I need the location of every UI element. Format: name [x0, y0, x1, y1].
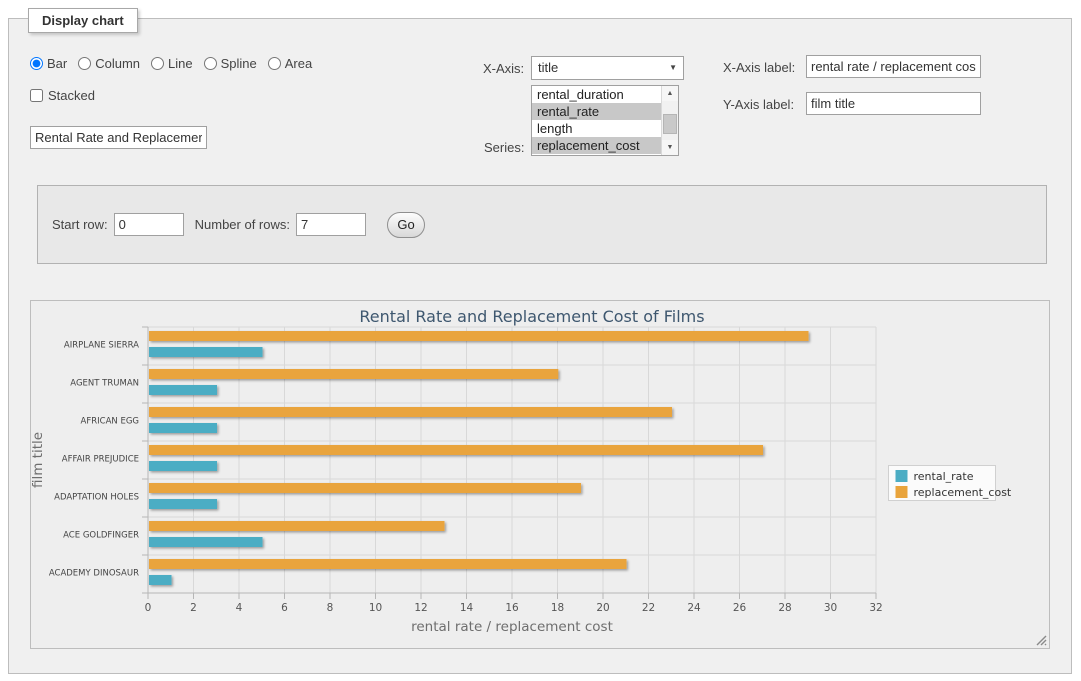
x-tick-label: 22 [642, 602, 655, 614]
chart-type-radio-area[interactable] [268, 57, 281, 70]
scrollbar-up-icon[interactable]: ▲ [662, 86, 678, 101]
page: Display chart Bar Column Line Spline Area St… [0, 0, 1081, 681]
chart-bar-rental_rate[interactable] [149, 385, 217, 395]
chart-type-label-bar: Bar [47, 56, 67, 71]
x-tick-label: 30 [824, 602, 837, 614]
x-axis-title: rental rate / replacement cost [411, 619, 613, 635]
x-tick-label: 16 [505, 602, 519, 614]
x-axis-select-label: X-Axis: [483, 61, 524, 76]
chart-type-radio-bar[interactable] [30, 57, 43, 70]
x-tick-label: 8 [327, 602, 334, 614]
num-rows-input[interactable] [296, 213, 366, 236]
x-tick-label: 6 [281, 602, 288, 614]
svg-text:rental_rate: rental_rate [914, 470, 974, 483]
chart-bar-rental_rate[interactable] [149, 537, 263, 547]
x-axis-select-value: title [538, 60, 558, 75]
legend-item-rental_rate[interactable]: rental_rate [896, 470, 974, 483]
x-tick-label: 0 [145, 602, 152, 614]
x-tick-label: 14 [460, 602, 474, 614]
num-rows-label: Number of rows: [195, 217, 290, 232]
dropdown-arrow-icon: ▼ [669, 64, 677, 72]
category-label: AFFAIR PREJUDICE [62, 455, 139, 465]
chart-bar-replacement_cost[interactable] [149, 445, 763, 455]
chart-bar-replacement_cost[interactable] [149, 521, 445, 531]
chart: Rental Rate and Replacement Cost of Film… [31, 301, 1049, 647]
chart-bar-replacement_cost[interactable] [149, 483, 581, 493]
x-axis-label-input[interactable] [806, 55, 981, 78]
chart-type-label-area: Area [285, 56, 312, 71]
category-label: ACE GOLDFINGER [63, 531, 139, 541]
x-tick-label: 10 [369, 602, 382, 614]
chart-title-input[interactable] [30, 126, 207, 149]
stacked-row: Stacked [30, 88, 95, 103]
y-axis-label-field-label: Y-Axis label: [723, 97, 794, 112]
x-tick-label: 18 [551, 602, 564, 614]
x-tick-label: 26 [733, 602, 747, 614]
scrollbar-thumb[interactable] [663, 114, 677, 134]
chart-bar-replacement_cost[interactable] [149, 407, 672, 417]
x-axis-label-field-label: X-Axis label: [723, 60, 795, 75]
chart-type-radio-spline[interactable] [204, 57, 217, 70]
scrollbar-down-icon[interactable]: ▼ [662, 140, 678, 155]
chart-bar-replacement_cost[interactable] [149, 331, 809, 341]
series-option-rental_rate[interactable]: rental_rate [532, 103, 661, 120]
x-axis-select[interactable]: title ▼ [531, 56, 684, 80]
chart-type-radio-group: Bar Column Line Spline Area [30, 56, 319, 71]
x-tick-label: 20 [596, 602, 609, 614]
category-label: ACADEMY DINOSAUR [49, 569, 139, 579]
legend-item-replacement_cost[interactable]: replacement_cost [896, 486, 1012, 499]
svg-text:replacement_cost: replacement_cost [914, 486, 1012, 499]
chart-bar-rental_rate[interactable] [149, 461, 217, 471]
series-listbox[interactable]: rental_durationrental_ratelengthreplacem… [531, 85, 679, 156]
chart-bar-rental_rate[interactable] [149, 347, 263, 357]
series-option-replacement_cost[interactable]: replacement_cost [532, 137, 661, 154]
chart-type-label-column: Column [95, 56, 140, 71]
chart-bar-replacement_cost[interactable] [149, 369, 558, 379]
start-row-input[interactable] [114, 213, 184, 236]
series-list-scrollbar[interactable]: ▲ ▼ [661, 86, 678, 155]
x-tick-label: 28 [778, 602, 791, 614]
chart-bar-rental_rate[interactable] [149, 499, 217, 509]
y-axis-label-input[interactable] [806, 92, 981, 115]
chart-bar-rental_rate[interactable] [149, 575, 172, 585]
series-option-length[interactable]: length [532, 120, 661, 137]
x-tick-label: 32 [869, 602, 882, 614]
chart-type-label-line: Line [168, 56, 193, 71]
start-row-label: Start row: [52, 217, 108, 232]
chart-type-label-spline: Spline [221, 56, 257, 71]
stacked-checkbox[interactable] [30, 89, 43, 102]
y-axis-title: film title [31, 432, 46, 488]
chart-bar-rental_rate[interactable] [149, 423, 217, 433]
x-tick-label: 12 [414, 602, 427, 614]
stacked-label: Stacked [48, 88, 95, 103]
series-list-label: Series: [484, 140, 524, 155]
rows-box: Start row: Number of rows: Go [37, 185, 1047, 264]
resize-handle-icon[interactable] [1036, 635, 1047, 646]
category-label: AGENT TRUMAN [70, 379, 139, 389]
chart-type-radio-line[interactable] [151, 57, 164, 70]
category-label: ADAPTATION HOLES [54, 493, 139, 503]
go-button[interactable]: Go [387, 212, 425, 238]
category-label: AFRICAN EGG [81, 417, 139, 427]
x-tick-label: 2 [190, 602, 197, 614]
x-tick-label: 4 [236, 602, 243, 614]
series-option-rental_duration[interactable]: rental_duration [532, 86, 661, 103]
x-tick-label: 24 [687, 602, 701, 614]
category-label: AIRPLANE SIERRA [64, 341, 139, 351]
panel-title: Display chart [28, 8, 138, 33]
chart-container: Rental Rate and Replacement Cost of Film… [30, 300, 1050, 649]
chart-title: Rental Rate and Replacement Cost of Film… [359, 307, 704, 326]
chart-bar-replacement_cost[interactable] [149, 559, 627, 569]
chart-type-radio-column[interactable] [78, 57, 91, 70]
